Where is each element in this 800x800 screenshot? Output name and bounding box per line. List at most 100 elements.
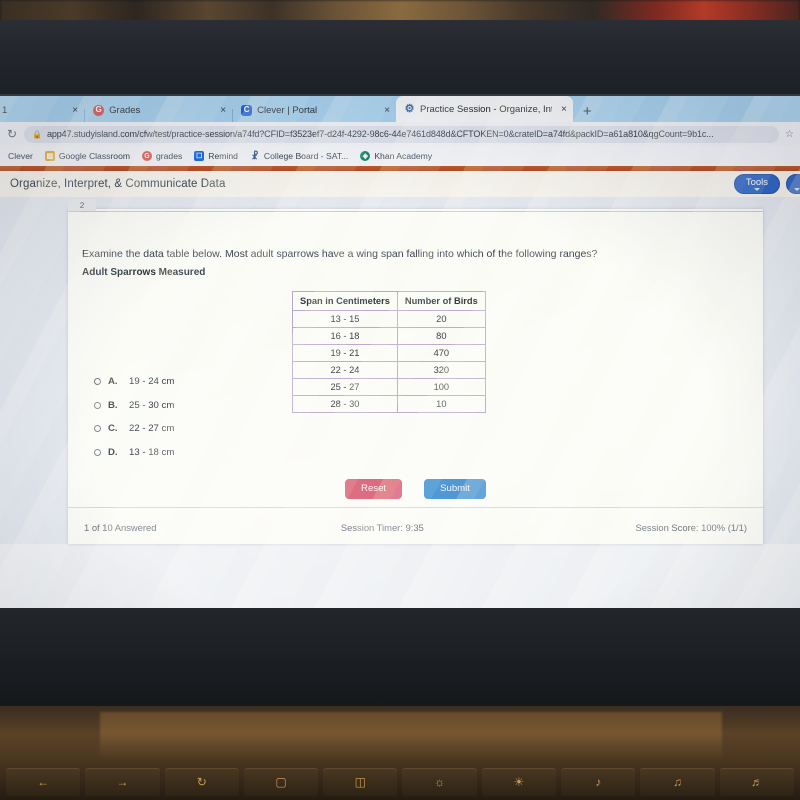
monitor-bezel-bottom — [0, 608, 800, 712]
answer-option-b[interactable]: B. 25 - 30 cm — [94, 394, 174, 418]
bookmark-label: College Board - SAT... — [263, 151, 349, 161]
overview-key[interactable]: ◫ — [323, 768, 398, 796]
bookmark-grades[interactable]: G grades — [138, 151, 186, 161]
table-row: 19 - 21 470 — [292, 344, 486, 362]
answer-options: A. 19 - 24 cm B. 25 - 30 cm C. 22 - 27 c… — [94, 370, 174, 464]
cell-span: 22 - 24 — [292, 361, 398, 379]
table-row: 13 - 15 20 — [292, 310, 486, 328]
bookmark-label: Remind — [208, 151, 238, 161]
cell-count: 80 — [396, 327, 486, 345]
volume-down-key[interactable]: ♫ — [640, 768, 715, 796]
option-text: 25 - 30 cm — [129, 399, 175, 411]
volume-up-key[interactable]: ♬ — [719, 768, 794, 796]
radio-button-icon[interactable] — [94, 448, 101, 456]
bookmarks-bar: Clever ▧ Google Classroom G grades ☐ Rem… — [0, 146, 800, 166]
bookmark-clever[interactable]: Clever — [4, 151, 37, 161]
radio-button-icon[interactable] — [94, 425, 101, 433]
keyboard-function-row: ← → ↻ ▢ ◫ ☼ ☀ ♪ ♫ ♬ — [0, 768, 800, 800]
answered-count: 1 of 10 Answered — [84, 521, 157, 533]
cell-span: 13 - 15 — [292, 310, 398, 328]
study-island-favicon: ⚙ — [404, 102, 415, 115]
page-title: Organize, Interpret, & Communicate Data — [10, 178, 226, 190]
tab-close-icon[interactable]: × — [561, 104, 567, 115]
option-letter: A. — [108, 376, 118, 388]
reload-key[interactable]: ↻ — [164, 768, 239, 796]
answer-option-d[interactable]: D. 13 - 18 cm — [94, 441, 174, 465]
mute-key[interactable]: ♪ — [561, 768, 636, 796]
tab-close-icon[interactable]: × — [72, 105, 78, 116]
table-header-row: Span in Centimeters Number of Birds — [292, 291, 486, 311]
google-classroom-icon: ▧ — [44, 151, 55, 161]
tab-title: Grades — [109, 104, 141, 116]
browser-window: 1 × G Grades × C Clever | Portal × ⚙ Pra… — [0, 96, 800, 608]
bookmark-khan-academy[interactable]: ◈ Khan Academy — [356, 151, 436, 161]
new-tab-button[interactable]: + — [573, 103, 602, 122]
browser-tab-clever[interactable]: C Clever | Portal × — [233, 98, 396, 122]
answer-option-c[interactable]: C. 22 - 27 cm — [94, 417, 174, 441]
option-text: 13 - 18 cm — [129, 446, 175, 458]
bookmark-college-board[interactable]: ☧ College Board - SAT... — [246, 151, 352, 161]
back-key[interactable]: ← — [6, 768, 81, 796]
browser-toolbar: ↻ 🔒 app47.studyisland.com/cfw/test/pract… — [0, 122, 800, 146]
cell-count: 470 — [396, 344, 486, 362]
brightness-down-key[interactable]: ☼ — [402, 768, 477, 796]
session-score: Session Score: 100% (1/1) — [635, 521, 747, 533]
browser-tab-practice-session[interactable]: ⚙ Practice Session - Organize, Inte × — [396, 96, 573, 122]
browser-tab-grades[interactable]: G Grades × — [85, 98, 232, 122]
tab-title: Clever | Portal — [257, 104, 318, 116]
reload-icon[interactable]: ↻ — [6, 127, 18, 141]
fullscreen-key[interactable]: ▢ — [243, 768, 319, 796]
cell-span: 28 - 30 — [292, 395, 398, 413]
card-top-rule — [68, 211, 763, 212]
data-table-wrapper: Span in Centimeters Number of Birds 13 -… — [292, 291, 486, 413]
monitor-bezel-top — [0, 20, 800, 96]
session-status-bar: 1 of 10 Answered Session Timer: 9:35 Ses… — [68, 514, 763, 540]
brightness-up-key[interactable]: ☀ — [481, 768, 557, 796]
tab-close-icon[interactable]: × — [220, 105, 226, 116]
browser-tab-0[interactable]: 1 × — [0, 98, 84, 122]
option-letter: C. — [108, 423, 118, 435]
forward-key[interactable]: → — [85, 768, 160, 796]
data-table: Span in Centimeters Number of Birds 13 -… — [292, 291, 486, 413]
question-prompt: Examine the data table below. Most adult… — [82, 248, 598, 260]
header-actions: Tools — [733, 174, 800, 195]
laptop-hinge-strip — [100, 712, 722, 760]
table-row: 25 - 27 100 — [292, 378, 486, 396]
option-text: 22 - 27 cm — [129, 423, 175, 435]
radio-button-icon[interactable] — [94, 378, 101, 386]
grades-favicon: G — [93, 104, 105, 116]
tools-button[interactable]: Tools — [733, 174, 780, 195]
bookmark-label: Khan Academy — [374, 151, 433, 161]
cell-count: 10 — [396, 395, 486, 413]
answer-option-a[interactable]: A. 19 - 24 cm — [94, 370, 174, 394]
cell-span: 16 - 18 — [292, 327, 398, 345]
cell-count: 320 — [396, 361, 486, 379]
radio-button-icon[interactable] — [94, 401, 101, 409]
session-timer: Session Timer: 9:35 — [340, 521, 424, 533]
bookmark-star-icon[interactable]: ☆ — [785, 129, 794, 140]
college-board-icon: ☧ — [251, 150, 259, 161]
bookmark-google-classroom[interactable]: ▧ Google Classroom — [41, 151, 134, 161]
table-title: Adult Sparrows Measured — [82, 267, 206, 278]
bookmark-label: Google Classroom — [58, 151, 131, 161]
cell-span: 19 - 21 — [292, 344, 398, 362]
option-letter: B. — [108, 399, 118, 411]
secondary-header-button[interactable] — [786, 174, 800, 195]
cell-count: 20 — [396, 310, 486, 328]
question-number-badge: 2 — [67, 198, 97, 212]
bookmark-label: Clever — [8, 151, 33, 161]
bookmark-remind[interactable]: ☐ Remind — [190, 151, 242, 161]
submit-button[interactable]: Submit — [424, 479, 486, 499]
tab-title: 1 — [2, 104, 8, 116]
app-header: Organize, Interpret, & Communicate Data … — [0, 171, 800, 197]
page-content-area: 2 Examine the data table below. Most adu… — [0, 197, 800, 544]
photographed-laptop-screen: 1 × G Grades × C Clever | Portal × ⚙ Pra… — [0, 0, 800, 800]
table-row: 16 - 18 80 — [292, 327, 486, 345]
remind-icon: ☐ — [194, 151, 205, 161]
tab-close-icon[interactable]: × — [384, 105, 390, 116]
column-header-count: Number of Birds — [396, 291, 486, 311]
reset-button[interactable]: Reset — [345, 479, 403, 499]
question-card: 2 Examine the data table below. Most adu… — [67, 198, 763, 544]
address-bar[interactable]: 🔒 app47.studyisland.com/cfw/test/practic… — [24, 125, 780, 143]
cell-count: 100 — [396, 378, 486, 396]
